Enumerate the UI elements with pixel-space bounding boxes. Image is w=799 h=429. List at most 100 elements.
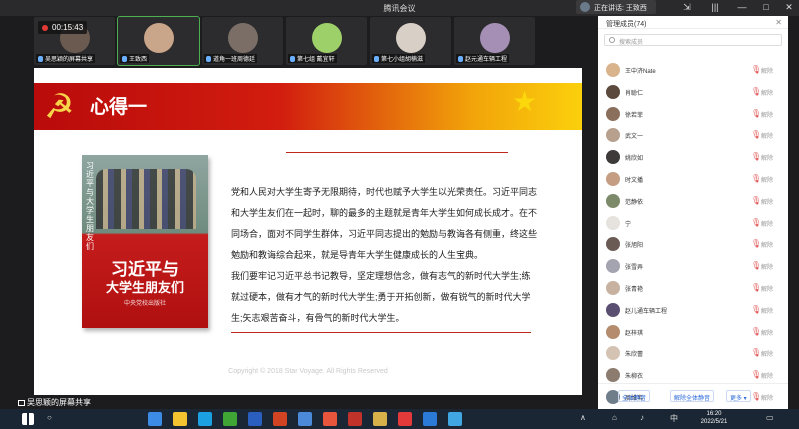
member-row[interactable]: 张雪弄 🎙 解除 <box>598 256 788 278</box>
participant-avatar <box>480 23 510 53</box>
video-strip: 吴思颖的屏幕共享 王致西 道角一班周德廷 第七组 戴宜轩 第七小组胡楠滋 赵元通车辆工程 <box>34 16 582 66</box>
video-tile[interactable]: 第七小组胡楠滋 <box>370 17 451 65</box>
member-row[interactable]: 宁 🎙 解除 <box>598 213 788 235</box>
speaking-label: 正在讲话: 王致西 <box>594 5 647 12</box>
taskbar-app-icon[interactable] <box>273 412 287 426</box>
muted-mic-icon[interactable]: 🎙 <box>751 218 761 227</box>
member-row[interactable]: 姚欣如 🎙 解除 <box>598 147 788 169</box>
unmute-label[interactable]: 解除 <box>761 110 773 119</box>
maximize-icon[interactable]: □ <box>759 2 773 12</box>
annotation-line <box>286 152 508 153</box>
layout-icon[interactable]: ⇲ <box>680 2 694 13</box>
tray-chevron-icon[interactable]: ∧ <box>580 413 586 422</box>
muted-mic-icon[interactable]: 🎙 <box>751 196 761 205</box>
taskbar-app-icon[interactable] <box>173 412 187 426</box>
taskbar-app-icon[interactable] <box>398 412 412 426</box>
unmute-all-button[interactable]: 解除全体静音 <box>670 390 715 402</box>
unmute-label[interactable]: 解除 <box>761 88 773 97</box>
taskbar-app-icon[interactable] <box>298 412 312 426</box>
taskbar-app-icon[interactable] <box>448 412 462 426</box>
muted-mic-icon[interactable]: 🎙 <box>751 348 761 357</box>
muted-mic-icon[interactable]: 🎙 <box>751 174 761 183</box>
search-taskbar-icon[interactable]: ○ <box>47 413 52 422</box>
member-avatar <box>606 280 620 295</box>
member-row[interactable]: 肖聪仁 🎙 解除 <box>598 82 788 104</box>
scrollbar[interactable] <box>790 16 799 409</box>
member-avatar <box>606 150 620 165</box>
taskbar-app-icon[interactable] <box>148 412 162 426</box>
member-row[interactable]: 武文一 🎙 解除 <box>598 125 788 147</box>
ime-indicator[interactable]: 中 <box>670 413 678 424</box>
volume-icon[interactable]: ♪ <box>640 413 644 422</box>
member-name: 范静依 <box>625 199 644 206</box>
unmute-label[interactable]: 解除 <box>761 197 773 206</box>
mic-icon <box>38 56 43 62</box>
participant-name: 王致西 <box>120 54 150 63</box>
unmute-label[interactable]: 解除 <box>761 306 773 315</box>
unmute-label[interactable]: 解除 <box>761 219 773 228</box>
member-row[interactable]: 范静依 🎙 解除 <box>598 191 788 213</box>
unmute-label[interactable]: 解除 <box>761 240 773 249</box>
muted-mic-icon[interactable]: 🎙 <box>751 152 761 161</box>
more-button[interactable]: 更多 ▾ <box>726 390 751 402</box>
taskbar-app-icon[interactable] <box>198 412 212 426</box>
muted-mic-icon[interactable]: 🎙 <box>751 130 761 139</box>
muted-mic-icon[interactable]: 🎙 <box>751 239 761 248</box>
member-avatar <box>606 106 620 121</box>
muted-mic-icon[interactable]: 🎙 <box>751 370 761 379</box>
muted-mic-icon[interactable]: 🎙 <box>751 109 761 118</box>
start-icon[interactable] <box>22 413 34 425</box>
taskbar-app-icon[interactable] <box>373 412 387 426</box>
taskbar-app-icon[interactable] <box>423 412 437 426</box>
video-tile[interactable]: 王致西 <box>117 16 200 66</box>
party-emblem-icon: ☭ <box>44 88 75 126</box>
unmute-label[interactable]: 解除 <box>761 284 773 293</box>
unmute-label[interactable]: 解除 <box>761 349 773 358</box>
video-tile[interactable]: 第七组 戴宜轩 <box>286 17 367 65</box>
member-row[interactable]: 赵儿通车辆工程 🎙 解除 <box>598 300 788 322</box>
taskbar-app-icon[interactable] <box>323 412 337 426</box>
close-panel-icon[interactable]: ✕ <box>775 18 782 27</box>
member-search-input[interactable]: 搜索成员 <box>604 34 782 46</box>
taskbar-app-icon[interactable] <box>348 412 362 426</box>
member-row[interactable]: 赵梓琪 🎙 解除 <box>598 322 788 344</box>
notification-icon[interactable]: ▭ <box>766 413 774 422</box>
muted-mic-icon[interactable]: 🎙 <box>751 327 761 336</box>
participant-name-text: 第七小组胡楠滋 <box>381 57 424 63</box>
unmute-label[interactable]: 解除 <box>761 262 773 271</box>
unmute-label[interactable]: 解除 <box>761 175 773 184</box>
unmute-label[interactable]: 解除 <box>761 328 773 337</box>
unmute-label[interactable]: 解除 <box>761 66 773 75</box>
member-avatar <box>606 368 620 383</box>
member-name: 张青艳 <box>625 286 644 293</box>
pin-icon[interactable]: ||| <box>708 2 722 12</box>
taskbar-app-icon[interactable] <box>223 412 237 426</box>
muted-mic-icon[interactable]: 🎙 <box>751 261 761 270</box>
member-name: 姚欣如 <box>625 156 644 163</box>
member-row[interactable]: 时文播 🎙 解除 <box>598 169 788 191</box>
participant-avatar <box>312 23 342 53</box>
member-row[interactable]: 张青艳 🎙 解除 <box>598 278 788 300</box>
network-icon[interactable]: ⌂ <box>612 413 617 422</box>
close-icon[interactable]: ✕ <box>782 2 796 13</box>
unmute-label[interactable]: 解除 <box>761 371 773 380</box>
video-tile[interactable]: 道角一班周德廷 <box>202 17 283 65</box>
muted-mic-icon[interactable]: 🎙 <box>751 65 761 74</box>
taskbar-clock[interactable]: 16:20 2022/5/21 <box>689 410 739 426</box>
muted-mic-icon[interactable]: 🎙 <box>751 87 761 96</box>
member-row[interactable]: 王中济Nate 🎙 解除 <box>598 60 788 82</box>
unmute-label[interactable]: 解除 <box>761 131 773 140</box>
video-tile[interactable]: 赵元通车辆工程 <box>454 17 535 65</box>
member-row[interactable]: 张旭阳 🎙 解除 <box>598 234 788 256</box>
participant-name-text: 王致西 <box>129 57 148 63</box>
member-row[interactable]: 朱欣蕾 🎙 解除 <box>598 343 788 365</box>
slide-body: 党和人民对大学生寄予无限期待，时代也赋予大学生以光荣责任。习近平同志和大学生友们… <box>231 182 537 329</box>
minimize-icon[interactable]: — <box>735 2 749 12</box>
unmute-label[interactable]: 解除 <box>761 153 773 162</box>
taskbar-app-icon[interactable] <box>248 412 262 426</box>
muted-mic-icon[interactable]: 🎙 <box>751 283 761 292</box>
member-row[interactable]: 徐若菲 🎙 解除 <box>598 104 788 126</box>
muted-mic-icon[interactable]: 🎙 <box>751 305 761 314</box>
mute-all-button[interactable]: 全体静音 <box>618 390 651 402</box>
member-avatar <box>606 193 620 208</box>
